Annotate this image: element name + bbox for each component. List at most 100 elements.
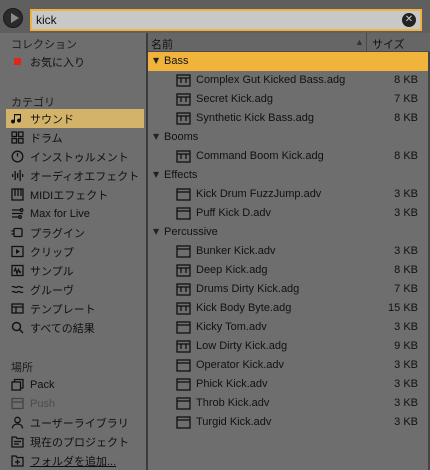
disclosure-triangle-icon[interactable]: ▼ (153, 227, 159, 236)
sidebar-category-4[interactable]: MIDIエフェクト (6, 185, 144, 204)
sidebar-item-label: ユーザーライブラリ (30, 417, 129, 430)
disclosure-triangle-icon[interactable]: ▼ (153, 132, 159, 141)
sidebar-item-label: グルーヴ (30, 284, 74, 297)
item-size: 3 KB (394, 397, 418, 409)
sidebar-place-0[interactable]: Pack (6, 375, 144, 394)
sidebar-place-3[interactable]: 現在のプロジェクト (6, 432, 144, 451)
add-folder-icon (11, 454, 24, 467)
search-input[interactable] (36, 12, 396, 28)
sidebar-item-label: すべての結果 (30, 322, 95, 335)
sidebar-category-3[interactable]: オーディオエフェクト (6, 166, 144, 185)
folder-name: Bass (164, 55, 189, 67)
sidebar-item-label: Push (30, 397, 56, 410)
browser-toolbar: ✕ (0, 0, 430, 33)
item-name: Synthetic Kick Bass.adg (196, 112, 315, 124)
preset-icon (176, 302, 191, 315)
result-row[interactable]: Operator Kick.adv 3 KB (148, 356, 430, 375)
folder-row[interactable]: ▼ Booms (148, 128, 430, 147)
sidebar-item-label: オーディオエフェクト (30, 170, 140, 183)
item-name: Puff Kick D.adv (196, 207, 271, 219)
result-row[interactable]: Throb Kick.adv 3 KB (148, 394, 430, 413)
item-name: Secret Kick.adg (196, 93, 274, 105)
column-separator[interactable] (366, 33, 367, 52)
item-name: Drums Dirty Kick.adg (196, 283, 300, 295)
sidebar-item-favorites[interactable]: お気に入り (6, 52, 144, 71)
sidebar-category-8[interactable]: サンプル (6, 261, 144, 280)
item-name: Turgid Kick.adv (196, 416, 272, 428)
folder-name: Booms (164, 131, 199, 143)
folder-row[interactable]: ▼ Effects (148, 166, 430, 185)
sidebar-category-10[interactable]: テンプレート (6, 299, 144, 318)
column-header: 名前 ▲ サイズ (148, 33, 430, 52)
result-row[interactable]: Bunker Kick.adv 3 KB (148, 242, 430, 261)
item-name: Command Boom Kick.adg (196, 150, 324, 162)
result-row[interactable]: Low Dirty Kick.adg 9 KB (148, 337, 430, 356)
sample-icon (11, 264, 24, 277)
preview-play-icon[interactable] (3, 8, 23, 28)
search-box[interactable]: ✕ (30, 9, 422, 31)
result-row[interactable]: Puff Kick D.adv 3 KB (148, 204, 430, 223)
folder-row[interactable]: ▼ Bass (148, 52, 430, 71)
sidebar-place-2[interactable]: ユーザーライブラリ (6, 413, 144, 432)
item-name: Bunker Kick.adv (196, 245, 276, 257)
result-row[interactable]: Kick Body Byte.adg 15 KB (148, 299, 430, 318)
sidebar-item-label: クリップ (30, 246, 74, 259)
plugin-icon (11, 226, 24, 239)
sidebar-category-6[interactable]: プラグイン (6, 223, 144, 242)
sidebar-category-2[interactable]: インストゥルメント (6, 147, 144, 166)
search-icon (11, 321, 24, 334)
sidebar-category-5[interactable]: Max for Live (6, 204, 144, 223)
sidebar-category-0[interactable]: サウンド (6, 109, 144, 128)
audio-fx-icon (11, 169, 24, 182)
name-column-header[interactable]: 名前 (151, 36, 173, 52)
item-size: 8 KB (394, 74, 418, 86)
sidebar-place-1[interactable]: Push (6, 394, 144, 413)
disclosure-triangle-icon[interactable]: ▼ (153, 170, 159, 179)
collections-header: コレクション (11, 39, 77, 51)
result-row[interactable]: Phick Kick.adv 3 KB (148, 375, 430, 394)
item-size: 3 KB (394, 245, 418, 257)
result-row[interactable]: Synthetic Kick Bass.adg 8 KB (148, 109, 430, 128)
clear-search-icon[interactable]: ✕ (402, 13, 416, 27)
item-size: 8 KB (394, 264, 418, 276)
sidebar-item-label: テンプレート (30, 303, 96, 316)
results-pane: 名前 ▲ サイズ ▼ Bass Complex Gut Kicked Bass.ad… (148, 33, 430, 470)
item-size: 7 KB (394, 283, 418, 295)
sidebar-item-label: インストゥルメント (30, 151, 129, 164)
sort-ascending-icon[interactable]: ▲ (355, 37, 364, 47)
item-name: Kick Body Byte.adg (196, 302, 292, 314)
sidebar-item-label: MIDIエフェクト (30, 189, 109, 202)
folder-row[interactable]: ▼ Percussive (148, 223, 430, 242)
item-size: 7 KB (394, 93, 418, 105)
result-row[interactable]: Complex Gut Kicked Bass.adg 8 KB (148, 71, 430, 90)
result-row[interactable]: Deep Kick.adg 8 KB (148, 261, 430, 280)
sidebar-category-9[interactable]: グルーヴ (6, 280, 144, 299)
sidebar-place-4[interactable]: フォルダを追加... (6, 451, 144, 470)
item-size: 8 KB (394, 150, 418, 162)
sidebar-category-11[interactable]: すべての結果 (6, 318, 144, 337)
result-row[interactable]: Secret Kick.adg 7 KB (148, 90, 430, 109)
item-name: Operator Kick.adv (196, 359, 285, 371)
item-size: 8 KB (394, 112, 418, 124)
midi-icon (11, 188, 24, 201)
result-row[interactable]: Drums Dirty Kick.adg 7 KB (148, 280, 430, 299)
clock-icon (11, 150, 24, 163)
project-icon (11, 435, 24, 448)
sidebar-category-1[interactable]: ドラム (6, 128, 144, 147)
preset-icon (176, 74, 191, 87)
folder-name: Percussive (164, 226, 218, 238)
result-row[interactable]: Kicky Tom.adv 3 KB (148, 318, 430, 337)
disclosure-triangle-icon[interactable]: ▼ (153, 56, 159, 65)
item-name: Phick Kick.adv (196, 378, 268, 390)
sidebar-item-label: サウンド (30, 113, 74, 126)
sidebar-item-label: お気に入り (30, 56, 85, 69)
result-row[interactable]: Command Boom Kick.adg 8 KB (148, 147, 430, 166)
size-column-header[interactable]: サイズ (372, 36, 405, 52)
note-icon (11, 112, 24, 125)
result-row[interactable]: Kick Drum FuzzJump.adv 3 KB (148, 185, 430, 204)
sidebar-category-7[interactable]: クリップ (6, 242, 144, 261)
sidebar-item-label: 現在のプロジェクト (30, 436, 129, 449)
sidebar-item-label: サンプル (30, 265, 74, 278)
result-row[interactable]: Turgid Kick.adv 3 KB (148, 413, 430, 432)
sidebar-item-label: プラグイン (30, 227, 85, 240)
